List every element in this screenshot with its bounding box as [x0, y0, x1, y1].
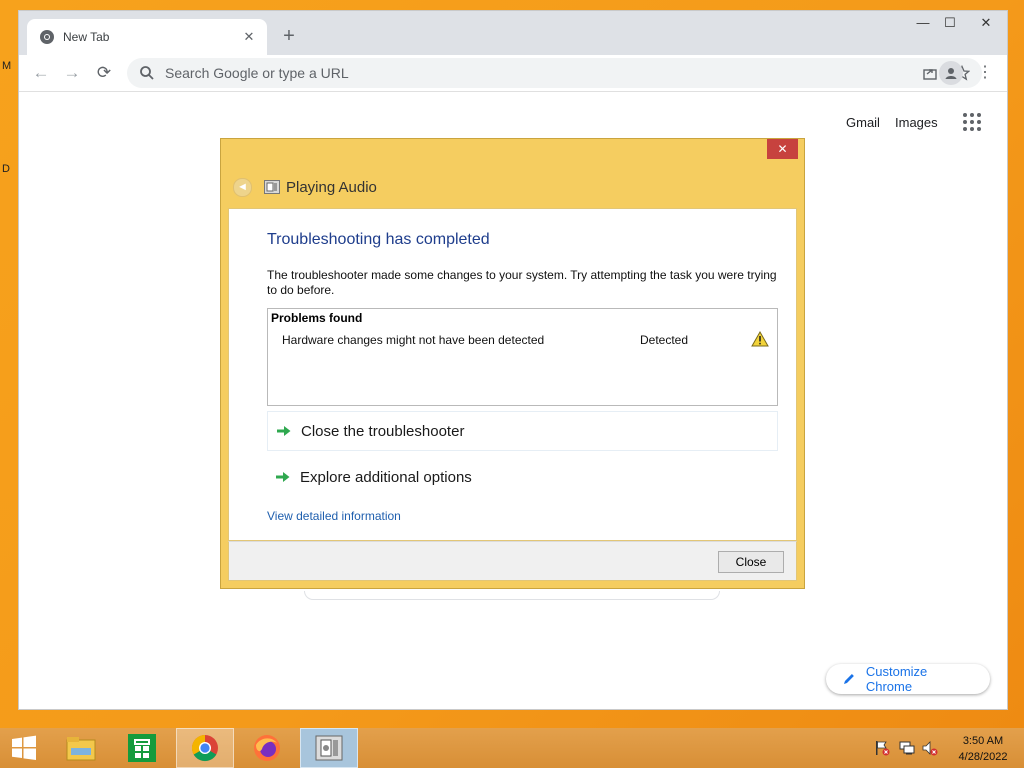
omnibox[interactable]: Search Google or type a URL [127, 58, 982, 88]
problems-found-box: Problems found Hardware changes might no… [267, 308, 778, 406]
taskbar-clock[interactable]: 3:50 AM 4/28/2022 [948, 733, 1018, 765]
option-label: Explore additional options [300, 468, 472, 486]
result-heading: Troubleshooting has completed [267, 231, 490, 248]
troubleshooter-icon [315, 735, 343, 761]
green-arrow-icon [276, 472, 290, 482]
window-close-button[interactable]: ✕ [963, 11, 1009, 35]
close-troubleshooter-option[interactable]: Close the troubleshooter [267, 411, 778, 451]
problem-text: Hardware changes might not have been det… [282, 333, 545, 347]
customize-chrome-button[interactable]: Customize Chrome [826, 664, 990, 694]
firefox-icon [254, 735, 280, 761]
desktop-icon-label: M [2, 60, 12, 72]
result-description: The troubleshooter made some changes to … [267, 268, 777, 297]
taskbar-file-explorer[interactable] [52, 728, 110, 768]
dialog-title: Playing Audio [286, 178, 377, 196]
clock-date: 4/28/2022 [958, 751, 1008, 763]
search-icon [140, 66, 154, 80]
taskbar-store[interactable] [113, 728, 171, 768]
back-arrow-icon[interactable]: ◄ [233, 177, 252, 197]
desktop-icon-label: D [2, 163, 10, 175]
reload-button[interactable]: ⟳ [92, 61, 116, 85]
tab-strip: New Tab ✕ + — ☐ ✕ [19, 11, 1007, 55]
taskbar: 3:50 AM 4/28/2022 [0, 728, 1024, 768]
start-button[interactable] [0, 728, 48, 768]
problems-header: Problems found [271, 311, 363, 325]
share-icon[interactable] [922, 65, 938, 81]
taskbar-troubleshooter[interactable] [300, 728, 358, 768]
volume-muted-icon[interactable] [922, 740, 938, 756]
tab-title: New Tab [63, 30, 110, 44]
network-icon[interactable] [899, 740, 915, 756]
file-explorer-icon [66, 737, 96, 761]
explore-options-option[interactable]: Explore additional options [267, 457, 778, 497]
store-icon [128, 734, 156, 762]
close-button[interactable]: Close [718, 551, 784, 573]
option-label: Close the troubleshooter [301, 422, 465, 440]
tab-close-icon[interactable]: ✕ [241, 29, 257, 45]
chrome-icon [191, 734, 218, 762]
dialog-body: Troubleshooting has completed The troubl… [228, 208, 797, 541]
customize-label: Customize Chrome [865, 664, 928, 694]
tab-new-tab[interactable]: New Tab ✕ [27, 19, 267, 55]
taskbar-chrome[interactable] [176, 728, 234, 768]
warning-icon [751, 331, 769, 347]
taskbar-firefox[interactable] [238, 728, 296, 768]
new-tab-button[interactable]: + [277, 25, 301, 47]
start-icon [12, 735, 36, 760]
browser-toolbar: ← → ⟳ Search Google or type a URL ⋮ [19, 55, 1007, 92]
profile-avatar-icon[interactable] [939, 61, 963, 85]
images-link[interactable]: Images [895, 115, 938, 130]
google-apps-icon[interactable] [963, 113, 981, 131]
problem-status: Detected [640, 333, 689, 347]
green-arrow-icon [277, 426, 291, 436]
dialog-footer: Close [228, 541, 797, 581]
troubleshooter-dialog: ✕ ◄ Playing Audio Troubleshooting has co… [220, 138, 805, 589]
search-box-edge [304, 591, 720, 600]
pencil-icon [843, 674, 854, 684]
browser-menu-icon[interactable]: ⋮ [977, 61, 993, 85]
omnibox-placeholder: Search Google or type a URL [165, 65, 349, 81]
dialog-header: ◄ Playing Audio [233, 177, 377, 197]
dialog-close-icon[interactable]: ✕ [767, 139, 798, 159]
forward-button[interactable]: → [60, 61, 84, 85]
gmail-link[interactable]: Gmail [846, 115, 880, 130]
view-detailed-information-link[interactable]: View detailed information [267, 509, 401, 523]
back-button[interactable]: ← [29, 61, 53, 85]
action-center-flag-icon[interactable] [874, 740, 890, 756]
chrome-favicon-icon [40, 30, 54, 44]
clock-time: 3:50 AM [962, 735, 1004, 747]
troubleshooter-app-icon [264, 180, 280, 194]
maximize-button[interactable]: ☐ [933, 11, 967, 35]
